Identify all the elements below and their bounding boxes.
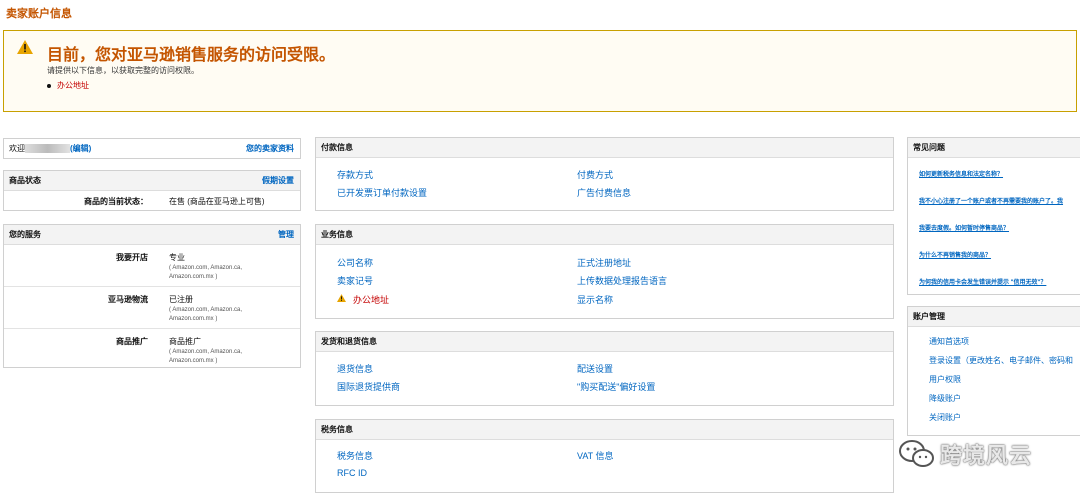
page-title: 卖家账户信息 [6,8,72,20]
vat-info-link[interactable]: VAT 信息 [577,449,614,462]
payment-info-panel: 付款信息 存款方式 付费方式 已开发票订单付款设置 广告付费信息 [315,137,894,211]
faq-list: 如何更新税务信息和法定名称？ 我不小心注册了一个账户或者不再需要我的账户了。我 … [919,169,1080,286]
access-restricted-alert: 目前，您对亚马逊销售服务的访问受限。 请提供以下信息，以获取完整的访问权限。 办… [3,30,1077,112]
tax-header: 税务信息 [316,420,893,440]
user-permissions-link[interactable]: 用户权限 [929,374,1080,385]
charge-methods-link[interactable]: 付费方式 [577,168,613,181]
manage-services-link[interactable]: 管理 [278,225,294,244]
registered-address-link[interactable]: 正式注册地址 [577,256,631,269]
faq-link[interactable]: 为什么不再销售我的商品？ [919,250,1080,259]
notification-preferences-link[interactable]: 通知首选项 [929,336,1080,347]
alert-text: 请提供以下信息，以获取完整的访问权限。 [47,66,199,75]
business-header: 业务信息 [316,225,893,245]
faq-panel: 常见问题 如何更新税务信息和法定名称？ 我不小心注册了一个账户或者不再需要我的账… [907,137,1080,295]
service-value: 已注册 [169,295,193,304]
your-services-panel: 您的服务 管理 我要开店 专业 ( Amazon.com, Amazon.ca,… [3,224,301,368]
listing-status-value: 在售 (商品在亚马逊上可售) [169,197,265,206]
payment-title: 付款信息 [321,143,353,152]
service-label: 亚马逊物流 [108,295,148,304]
faq-link[interactable]: 如何更新税务信息和法定名称？ [919,169,1080,178]
alert-item-list: 办公地址 [47,80,89,91]
wechat-icon [899,440,934,467]
return-info-link[interactable]: 退货信息 [337,362,373,375]
display-name-link[interactable]: 显示名称 [577,293,613,306]
advertising-billing-link[interactable]: 广告付费信息 [577,186,631,199]
deposit-methods-link[interactable]: 存款方式 [337,168,373,181]
international-returns-provider-link[interactable]: 国际退货提供商 [337,380,400,393]
account-management-list: 通知首选项 登录设置（更改姓名、电子邮件、密码和 用户权限 降级账户 关闭账户 [929,336,1080,423]
service-label: 我要开店 [116,253,148,262]
service-marketplaces: ( Amazon.com, Amazon.ca, Amazon.com.mx ) [169,307,243,322]
faq-link[interactable]: 我不小心注册了一个账户或者不再需要我的账户了。我 [919,196,1080,205]
business-title: 业务信息 [321,230,353,239]
company-name-link[interactable]: 公司名称 [337,256,373,269]
invoiced-order-payment-link[interactable]: 已开发票订单付款设置 [337,186,427,199]
watermark: 跨境风云 [898,434,1058,474]
alert-heading: 目前，您对亚马逊销售服务的访问受限。 [47,47,336,64]
service-row: 我要开店 专业 ( Amazon.com, Amazon.ca, Amazon.… [4,245,300,287]
shipping-title: 发货和退货信息 [321,337,377,346]
upload-report-language-link[interactable]: 上传数据处理报告语言 [577,274,667,287]
tax-info-link[interactable]: 税务信息 [337,449,373,462]
seller-profile-link[interactable]: 您的卖家资料 [246,143,294,154]
redacted-username [25,144,70,154]
warning-icon [337,294,346,302]
bullet-icon [47,83,51,88]
rfc-id-link[interactable]: RFC ID [337,468,367,478]
account-management-panel: 账户管理 通知首选项 登录设置（更改姓名、电子邮件、密码和 用户权限 降级账户 … [907,306,1080,436]
listing-status-panel: 商品状态 假期设置 商品的当前状态： 在售 (商品在亚马逊上可售) [3,170,301,211]
service-value: 商品推广 [169,337,201,346]
tax-info-panel: 税务信息 税务信息 VAT 信息 RFC ID [315,419,894,493]
vacation-settings-link[interactable]: 假期设置 [262,171,294,190]
service-marketplaces: ( Amazon.com, Amazon.ca, Amazon.com.mx ) [169,349,243,364]
service-value: 专业 [169,253,185,262]
service-row: 商品推广 商品推广 ( Amazon.com, Amazon.ca, Amazo… [4,329,300,369]
listing-status-header: 商品状态 假期设置 [4,171,300,191]
tax-title: 税务信息 [321,425,353,434]
business-info-panel: 业务信息 公司名称 正式注册地址 卖家记号 上传数据处理报告语言 办公地址 显示… [315,224,894,319]
listing-status-title: 商品状态 [9,176,41,185]
welcome-label: 欢迎 [9,144,25,153]
shipping-settings-link[interactable]: 配送设置 [577,362,613,375]
faq-link[interactable]: 为何我的信用卡会发生错误并提示 "信用无效"？ [919,277,1080,286]
faq-link[interactable]: 我要去度假。如何暂时停售商品？ [919,223,1080,232]
downgrade-account-link[interactable]: 降级账户 [929,393,1080,404]
warning-icon [17,40,33,54]
alert-item-office-address[interactable]: 办公地址 [57,81,89,90]
close-account-link[interactable]: 关闭账户 [929,412,1080,423]
service-row: 亚马逊物流 已注册 ( Amazon.com, Amazon.ca, Amazo… [4,287,300,329]
buy-shipping-preferences-link[interactable]: "购买配送"偏好设置 [577,380,655,393]
account-management-title: 账户管理 [913,312,945,321]
listing-status-label: 商品的当前状态： [84,197,148,206]
login-settings-link[interactable]: 登录设置（更改姓名、电子邮件、密码和 [929,355,1080,366]
account-management-header: 账户管理 [908,307,1080,327]
services-title: 您的服务 [9,230,41,239]
welcome-panel: 欢迎 (编辑) 您的卖家资料 [3,138,301,159]
faq-header: 常见问题 [908,138,1080,158]
shipping-header: 发货和退货信息 [316,332,893,352]
faq-title: 常见问题 [913,143,945,152]
services-header: 您的服务 管理 [4,225,300,245]
payment-header: 付款信息 [316,138,893,158]
merchant-token-link[interactable]: 卖家记号 [337,274,373,287]
service-marketplaces: ( Amazon.com, Amazon.ca, Amazon.com.mx ) [169,265,243,280]
edit-link[interactable]: (编辑) [70,144,91,153]
office-address-link[interactable]: 办公地址 [353,293,389,306]
listing-status-row: 商品的当前状态： 在售 (商品在亚马逊上可售) [4,191,300,211]
service-label: 商品推广 [116,337,148,346]
shipping-returns-panel: 发货和退货信息 退货信息 配送设置 国际退货提供商 "购买配送"偏好设置 [315,331,894,406]
watermark-text: 跨境风云 [940,443,1033,468]
